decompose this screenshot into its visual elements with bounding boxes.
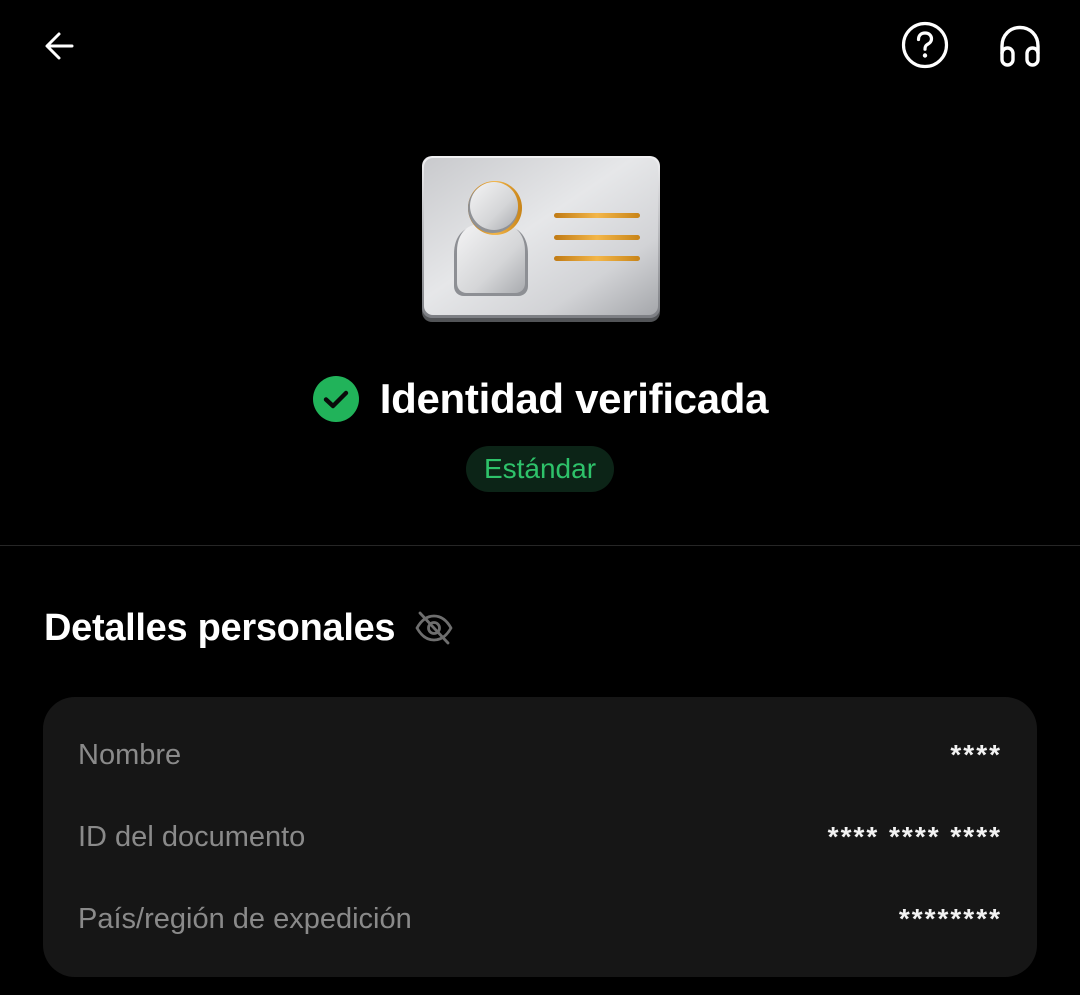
headphones-icon [1000,25,1040,67]
detail-value: **** [950,739,1002,770]
personal-details-header: Detalles personales [44,600,455,656]
section-title: Detalles personales [44,606,396,649]
help-circle-icon [901,21,949,69]
detail-row-name: Nombre **** [78,733,1002,777]
detail-label: País/región de expedición [78,902,412,935]
back-button[interactable] [36,22,84,70]
badge-container: Estándar [0,446,1080,492]
check-circle-icon [312,376,359,422]
detail-value: **** **** **** [827,821,1002,852]
verification-status: Identidad verificada [0,370,1080,428]
top-bar [0,0,1080,92]
arrow-left-icon [45,32,74,60]
eye-off-icon [415,611,453,645]
detail-row-document-id: ID del documento **** **** **** [78,815,1002,859]
status-title: Identidad verificada [379,375,769,422]
support-button[interactable] [992,18,1048,74]
toggle-visibility-button[interactable] [413,607,455,649]
detail-row-issuing-country: País/región de expedición ******** [78,897,1002,941]
detail-label: ID del documento [78,820,306,853]
help-button[interactable] [898,18,952,72]
personal-details-card: Nombre **** ID del documento **** **** *… [43,697,1037,977]
detail-value: ******** [898,903,1002,934]
detail-label: Nombre [78,738,182,771]
verification-level-badge: Estándar [465,446,615,492]
id-card-illustration [416,150,666,328]
divider [0,545,1080,546]
